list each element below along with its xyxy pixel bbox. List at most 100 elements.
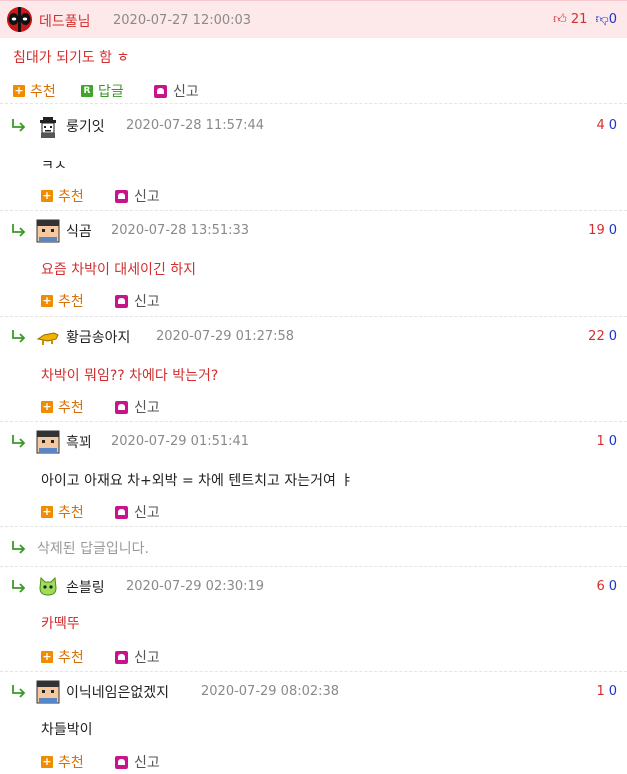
reply-up-count[interactable]: 1 [596,434,604,449]
golden-calf-avatar-icon[interactable] [36,325,60,349]
reply-down-count[interactable]: 0 [609,223,617,238]
reply-votes: 40 [596,118,617,133]
report-button[interactable]: 신고 [115,397,160,417]
reply-up-count[interactable]: 4 [596,118,604,133]
recommend-label: 추천 [58,650,84,666]
reply-votes: 60 [596,579,617,594]
report-button[interactable]: 신고 [115,291,160,311]
reply-label: 답글 [98,84,124,100]
report-label: 신고 [134,189,160,205]
report-button[interactable]: 신고 [115,752,160,772]
reply-down-count[interactable]: 0 [609,579,617,594]
reply-arrow-icon [12,541,26,554]
reply-arrow-icon [12,224,26,237]
thumbs-up-icon[interactable]: 👍︎ [553,12,567,27]
reply-down-count[interactable]: 0 [609,118,617,133]
reply-nickname[interactable]: 이닉네임은없겠지 [66,682,169,702]
top-comment: 데드풀님 2020-07-27 12:00:03 👍︎ 21 👎︎0 침대가 되… [0,0,627,104]
reply-body: 요즘 차박이 대세이긴 하지 [41,262,197,278]
recommend-label: 추천 [58,505,84,521]
green-creature-avatar-icon[interactable] [36,574,60,598]
alarm-icon [115,505,128,519]
plus-icon: + [13,84,25,97]
reply-arrow-icon [12,330,26,343]
top-date: 2020-07-27 12:00:03 [113,13,252,28]
reply-arrow-icon [12,119,26,132]
reply-item: 흑꾀 2020-07-29 01:51:41 10 아이고 아재요 차+외박 =… [0,422,627,527]
report-label: 신고 [134,294,160,310]
reply-body: 차박이 뭐임?? 차에다 박는거? [41,368,219,384]
reply-nickname[interactable]: 흑꾀 [66,432,92,452]
reply-r-icon: R [81,85,93,97]
avatar-icon[interactable] [36,115,60,139]
top-reply-button[interactable]: R 답글 [81,81,124,101]
reply-up-count[interactable]: 6 [596,579,604,594]
reply-nickname[interactable]: 황금송아지 [66,327,130,347]
report-label: 신고 [134,400,160,416]
reply-up-count[interactable]: 22 [588,329,605,344]
top-comment-header: 데드풀님 2020-07-27 12:00:03 👍︎ 21 👎︎0 [0,0,627,38]
deleted-reply: 삭제된 답글입니다. [0,527,627,567]
top-down-count: 0 [608,12,617,27]
report-button[interactable]: 신고 [115,186,160,206]
recommend-button[interactable]: + 추천 [41,397,84,417]
reply-date: 2020-07-29 01:51:41 [111,434,250,449]
reply-votes: 10 [596,684,617,699]
plus-icon: + [41,505,53,518]
report-button[interactable]: 신고 [115,647,160,667]
plus-icon: + [41,189,53,202]
reply-arrow-icon [12,685,26,698]
recommend-label: 추천 [30,84,56,100]
top-report-button[interactable]: 신고 [154,81,199,101]
recommend-label: 추천 [58,294,84,310]
reply-item: 식곰 2020-07-28 13:51:33 19 0 요즘 차박이 대세이긴 하… [0,211,627,317]
reply-nickname[interactable]: 손블링 [66,577,105,597]
alarm-icon [115,755,128,769]
recommend-button[interactable]: + 추천 [41,752,84,772]
top-nickname[interactable]: 데드풀님 [39,11,91,31]
reply-votes: 22 0 [588,329,617,344]
report-label: 신고 [134,650,160,666]
plus-icon: + [41,650,53,663]
reply-date: 2020-07-29 02:30:19 [126,579,265,594]
reply-date: 2020-07-29 08:02:38 [201,684,340,699]
recommend-label: 추천 [58,189,84,205]
alarm-icon [115,650,128,664]
recommend-button[interactable]: + 추천 [41,291,84,311]
top-up-count: 21 [570,12,588,27]
top-comment-body: 침대가 되기도 함 ㅎ [13,50,130,66]
reply-votes: 19 0 [588,223,617,238]
reply-nickname[interactable]: 룽기잇 [66,116,105,136]
reply-body: ㅋㅅ [41,158,67,174]
avatar-icon[interactable] [36,430,60,454]
recommend-label: 추천 [58,755,84,771]
avatar-icon[interactable] [36,680,60,704]
reply-votes: 10 [596,434,617,449]
deadpool-avatar-icon[interactable] [7,7,32,32]
reply-down-count[interactable]: 0 [609,329,617,344]
report-button[interactable]: 신고 [115,502,160,522]
recommend-button[interactable]: + 추천 [41,186,84,206]
top-votes: 👍︎ 21 👎︎0 [553,12,617,27]
reply-body: 카떽뚜 [41,616,80,632]
reply-arrow-icon [12,580,26,593]
avatar-icon[interactable] [36,219,60,243]
alarm-icon [115,294,128,308]
report-label: 신고 [173,84,199,100]
plus-icon: + [41,294,53,307]
reply-up-count[interactable]: 1 [596,684,604,699]
reply-arrow-icon [12,435,26,448]
reply-nickname[interactable]: 식곰 [66,221,92,241]
reply-down-count[interactable]: 0 [609,434,617,449]
reply-item: 황금송아지 2020-07-29 01:27:58 22 0 차박이 뭐임?? 차… [0,317,627,422]
thumbs-down-icon[interactable]: 👎︎ [596,12,609,27]
alarm-icon [115,400,128,414]
plus-icon: + [41,400,53,413]
reply-item: 손블링 2020-07-29 02:30:19 60 카떽뚜 + 추천 신고 [0,567,627,672]
reply-down-count[interactable]: 0 [609,684,617,699]
report-label: 신고 [134,755,160,771]
recommend-button[interactable]: + 추천 [41,647,84,667]
recommend-button[interactable]: + 추천 [41,502,84,522]
top-recommend-button[interactable]: + 추천 [13,81,56,101]
reply-up-count[interactable]: 19 [588,223,605,238]
